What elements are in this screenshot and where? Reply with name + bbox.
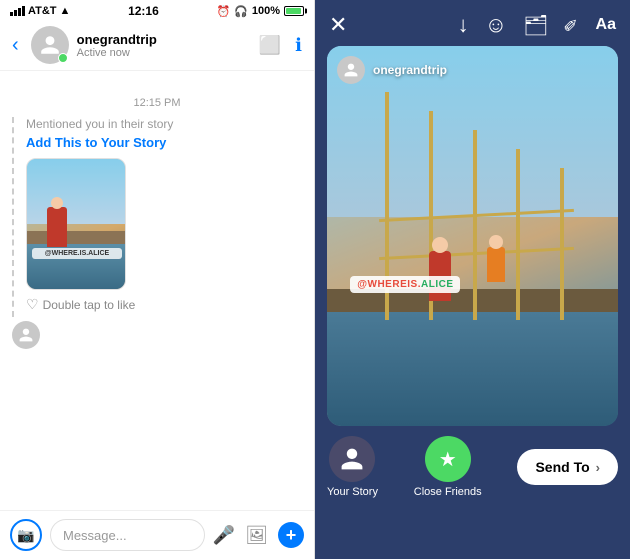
signal-bar-2 <box>14 10 17 16</box>
your-story-person-icon <box>339 446 365 472</box>
mention-text: Mentioned you in their story <box>22 117 302 131</box>
right-toolbar-icons: ↓ ☺ 🗂 ✏ Aa <box>458 12 616 38</box>
your-story-avatar <box>329 436 375 482</box>
status-left: AT&T ▲ <box>10 5 70 17</box>
carrier-name: AT&T <box>28 5 57 17</box>
sticker-face-icon[interactable]: ☺ <box>485 12 507 38</box>
status-right: ⏰ 🎧 100% <box>216 5 304 18</box>
story-preview-background: onegrandtrip @WHEREIS.ALICE <box>327 46 618 426</box>
close-friends-option[interactable]: ★ Close Friends <box>414 436 482 498</box>
like-hint: Double tap to like <box>43 298 136 312</box>
close-friends-button: ★ <box>425 436 471 482</box>
download-icon[interactable]: ↓ <box>458 12 469 38</box>
signal-bar-1 <box>10 12 13 16</box>
chat-header: ‹ onegrandtrip Active now ⬜ ℹ <box>0 20 314 71</box>
right-panel: ✕ ↓ ☺ 🗂 ✏ Aa <box>315 0 630 559</box>
fence-post-4 <box>516 149 520 320</box>
status-time: 12:16 <box>128 4 159 18</box>
story-person-icon <box>343 62 359 78</box>
avatar-wrap <box>31 26 69 64</box>
fence-post-3 <box>473 130 477 320</box>
message-timestamp: 12:15 PM <box>12 97 302 109</box>
story-preview-card: onegrandtrip @WHEREIS.ALICE <box>327 46 618 426</box>
battery-icon <box>284 6 304 16</box>
message-input-field[interactable]: Message... <box>50 519 205 551</box>
right-top-bar: ✕ ↓ ☺ 🗂 ✏ Aa <box>315 0 630 46</box>
signal-bar-3 <box>18 8 21 16</box>
wifi-icon: ▲ <box>60 5 71 17</box>
header-info: onegrandtrip Active now <box>77 32 251 59</box>
sticker-at: @WHERE <box>357 279 407 290</box>
mic-icon[interactable]: 🎤 <box>213 525 235 546</box>
fence-post-5 <box>560 168 564 320</box>
sticker-alice: ALICE <box>421 279 454 290</box>
chat-area: 12:15 PM Mentioned you in their story Ad… <box>0 71 314 510</box>
like-area[interactable]: ♡ Double tap to like <box>22 290 302 317</box>
story-card-image: @WHERE.IS.ALICE <box>27 159 126 289</box>
rail-2 <box>379 247 574 260</box>
second-figure <box>487 247 505 282</box>
left-panel: AT&T ▲ 12:16 ⏰ 🎧 100% ‹ onegrandtrip Act… <box>0 0 315 559</box>
battery-fill <box>286 8 301 14</box>
signal-bar-4 <box>22 6 25 16</box>
sender-person-icon <box>18 327 34 343</box>
story-username: onegrandtrip <box>373 63 447 77</box>
story-mention-wrap: Mentioned you in their story Add This to… <box>12 117 302 317</box>
story-thumbnail-card[interactable]: @WHERE.IS.ALICE <box>26 158 126 290</box>
sticker-tag[interactable]: @WHEREIS.ALICE <box>350 276 460 293</box>
chevron-right-icon: › <box>596 460 600 475</box>
sticker-box-icon[interactable]: 🗂 <box>523 13 548 38</box>
send-to-label: Send To <box>535 459 589 475</box>
message-placeholder: Message... <box>63 528 127 543</box>
sticker-is: IS. <box>407 279 421 290</box>
image-icon[interactable]: 🖼 <box>245 525 268 546</box>
contact-name: onegrandtrip <box>77 32 251 47</box>
add-story-link[interactable]: Add This to Your Story <box>22 135 302 150</box>
signal-bars <box>10 6 25 16</box>
preview-water <box>327 312 618 426</box>
right-bottom-bar: Your Story ★ Close Friends Send To › <box>315 426 630 512</box>
message-input-bar: 📷 Message... 🎤 🖼 + <box>0 510 314 559</box>
story-avatar <box>337 56 365 84</box>
sender-avatar <box>12 321 40 349</box>
input-icons: 🎤 🖼 + <box>213 522 304 548</box>
plus-icon[interactable]: + <box>278 522 304 548</box>
scene-sky <box>27 159 126 224</box>
pen-icon[interactable]: ✏ <box>559 12 585 38</box>
send-to-button[interactable]: Send To › <box>517 449 618 485</box>
text-style-icon[interactable]: Aa <box>596 16 616 34</box>
headphone-icon: 🎧 <box>234 5 248 18</box>
close-friends-label: Close Friends <box>414 486 482 498</box>
camera-icon: 📷 <box>17 527 34 544</box>
person-icon <box>39 34 61 56</box>
alarm-icon: ⏰ <box>216 5 230 18</box>
heart-icon: ♡ <box>26 296 39 313</box>
your-story-label: Your Story <box>327 486 378 498</box>
video-call-icon[interactable]: ⬜ <box>259 35 281 56</box>
sticker-label: @WHERE.IS.ALICE <box>32 248 122 259</box>
avatar-bubble-wrap <box>12 321 302 349</box>
active-indicator <box>58 53 68 63</box>
your-story-option[interactable]: Your Story <box>327 436 378 498</box>
story-scene: @WHERE.IS.ALICE <box>27 159 126 289</box>
close-button[interactable]: ✕ <box>329 12 347 38</box>
star-icon: ★ <box>439 447 457 472</box>
back-button[interactable]: ‹ <box>12 34 23 57</box>
battery-percent: 100% <box>252 5 280 17</box>
status-bar: AT&T ▲ 12:16 ⏰ 🎧 100% <box>0 0 314 20</box>
info-icon[interactable]: ℹ <box>295 35 302 56</box>
contact-status: Active now <box>77 47 251 59</box>
camera-button[interactable]: 📷 <box>10 519 42 551</box>
story-user-bar: onegrandtrip <box>337 56 447 84</box>
header-actions: ⬜ ℹ <box>259 35 302 56</box>
figure <box>47 207 67 247</box>
